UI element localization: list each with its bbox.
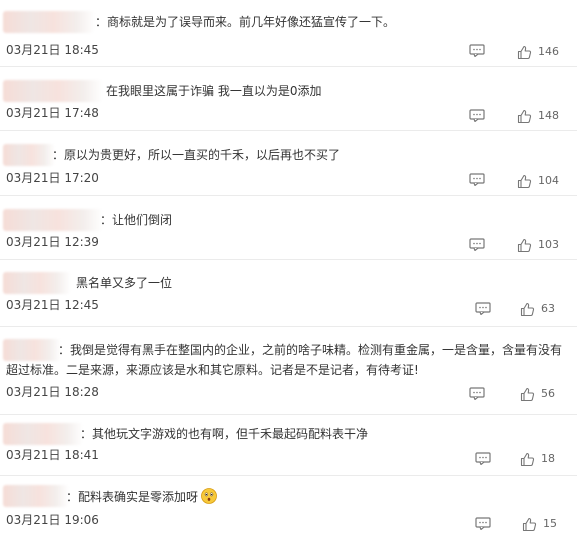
comment-text: ：配料表确实是零添加呀 [66,488,217,506]
surprised-face-emoji [201,488,217,504]
thumbs-up-icon [520,387,535,401]
thumbs-up-icon [517,109,532,123]
like-button[interactable]: 148 [517,108,559,124]
comment-item: ：其他玩文字游戏的也有啊，但千禾最起码配料表干净 03月21日 18:41 18 [0,414,577,475]
thumbs-up-icon [517,174,532,188]
blurred-username [3,272,71,294]
thumbs-up-icon [517,238,532,252]
comment-icon[interactable] [475,452,491,465]
like-button[interactable]: 63 [520,301,555,317]
comment-item: 黑名单又多了一位 03月21日 12:45 63 [0,259,577,326]
comment-item: 在我眼里这属于诈骗 我一直以为是0添加 03月21日 17:48 148 [0,66,577,130]
comment-text: ：商标就是为了误导而来。前几年好像还猛宣传了一下。 [95,15,396,29]
blurred-username [3,423,83,445]
like-count: 104 [538,174,559,187]
comment-item: ：让他们倒闭 03月21日 12:39 103 [0,195,577,259]
like-count: 56 [541,387,555,400]
blurred-username [3,339,61,361]
comment-icon[interactable] [469,387,485,400]
like-button[interactable]: 103 [517,237,559,253]
comment-time: 03月21日 12:45 [6,298,99,312]
comment-time: 03月21日 18:41 [6,448,99,462]
like-count: 148 [538,109,559,122]
blurred-username [3,209,103,231]
thumbs-up-icon [520,452,535,466]
comment-item: ：原以为贵更好，所以一直买的千禾，以后再也不买了 03月21日 17:20 10… [0,130,577,195]
comment-text-line-1: ：我倒是觉得有黑手在整国内的企业，之前的啥子味精。检测有重金属，一是含量，含量有… [58,343,563,357]
blurred-username [3,144,55,166]
thumbs-up-icon [522,517,537,531]
comment-item: ：商标就是为了误导而来。前几年好像还猛宣传了一下。 03月21日 18:45 1… [0,0,577,66]
comment-text: 黑名单又多了一位 [76,276,173,290]
like-button[interactable]: 104 [517,173,559,189]
comment-time: 03月21日 12:39 [6,235,99,249]
comment-text-line-2: 超过标准。二是来源，来源应该是水和其它原料。记者是不是记者，有待考证! [6,363,419,377]
like-count: 15 [543,517,557,530]
comment-icon[interactable] [469,109,485,122]
comment-icon[interactable] [469,238,485,251]
comment-icon[interactable] [469,44,485,57]
like-button[interactable]: 18 [520,451,555,467]
comment-time: 03月21日 17:48 [6,106,99,120]
comment-text: ：原以为贵更好，所以一直买的千禾，以后再也不买了 [52,148,341,162]
like-count: 103 [538,238,559,251]
comment-time: 03月21日 17:20 [6,171,99,185]
blurred-username [3,485,69,507]
like-button[interactable]: 56 [520,386,555,402]
comment-icon[interactable] [475,517,491,530]
thumbs-up-icon [517,45,532,59]
comment-icon[interactable] [469,173,485,186]
blurred-username [3,80,103,102]
like-count: 146 [538,45,559,58]
like-button[interactable]: 146 [517,44,559,60]
comment-item: ：配料表确实是零添加呀 03月21日 19:06 15 [0,475,577,554]
comment-text: ：其他玩文字游戏的也有啊，但千禾最起码配料表干净 [80,427,369,441]
blurred-username [3,11,95,33]
comment-icon[interactable] [475,302,491,315]
comment-text: ：让他们倒闭 [100,213,173,227]
comment-time: 03月21日 18:28 [6,385,99,399]
comment-text: 在我眼里这属于诈骗 我一直以为是0添加 [106,84,322,98]
thumbs-up-icon [520,302,535,316]
like-count: 18 [541,452,555,465]
like-button[interactable]: 15 [522,516,557,532]
comment-item: ：我倒是觉得有黑手在整国内的企业，之前的啥子味精。检测有重金属，一是含量，含量有… [0,326,577,414]
like-count: 63 [541,302,555,315]
comment-time: 03月21日 18:45 [6,43,99,57]
comment-time: 03月21日 19:06 [6,513,99,527]
